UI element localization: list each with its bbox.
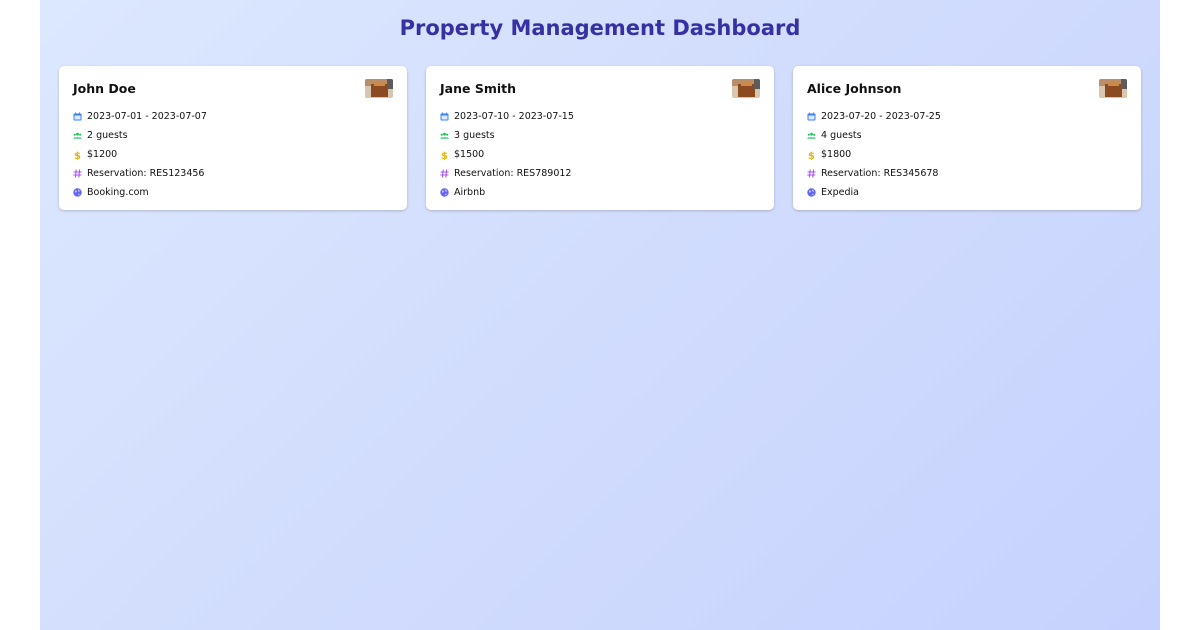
source-row: Booking.com bbox=[73, 183, 393, 202]
price-row: $ $1800 bbox=[807, 145, 1127, 164]
guest-name: Jane Smith bbox=[440, 81, 517, 96]
users-icon bbox=[440, 131, 449, 140]
price: $1800 bbox=[821, 149, 852, 160]
reservation-row: Reservation: RES123456 bbox=[73, 164, 393, 183]
booking-card: Jane Smith 2023-07-10 - 2023-07-15 3 gue… bbox=[426, 66, 774, 210]
booking-source: Expedia bbox=[821, 187, 859, 198]
date-range: 2023-07-10 - 2023-07-15 bbox=[454, 111, 574, 122]
svg-text:$: $ bbox=[74, 150, 81, 159]
dollar-icon: $ bbox=[440, 150, 449, 159]
source-row: Expedia bbox=[807, 183, 1127, 202]
svg-text:$: $ bbox=[808, 150, 815, 159]
guest-count: 3 guests bbox=[454, 130, 495, 141]
svg-text:$: $ bbox=[441, 150, 448, 159]
date-range: 2023-07-20 - 2023-07-25 bbox=[821, 111, 941, 122]
booking-source: Booking.com bbox=[87, 187, 149, 198]
dollar-icon: $ bbox=[807, 150, 816, 159]
guests-row: 2 guests bbox=[73, 126, 393, 145]
guest-count: 4 guests bbox=[821, 130, 862, 141]
date-range-row: 2023-07-10 - 2023-07-15 bbox=[440, 107, 760, 126]
source-row: Airbnb bbox=[440, 183, 760, 202]
price-row: $ $1500 bbox=[440, 145, 760, 164]
reservation-row: Reservation: RES789012 bbox=[440, 164, 760, 183]
reservation-id: Reservation: RES345678 bbox=[821, 168, 939, 179]
price: $1200 bbox=[87, 149, 118, 160]
booking-card: John Doe 2023-07-01 - 2023-07-07 2 guest… bbox=[59, 66, 407, 210]
globe-icon bbox=[440, 188, 449, 197]
guest-count: 2 guests bbox=[87, 130, 128, 141]
guest-name: Alice Johnson bbox=[807, 81, 902, 96]
hash-icon bbox=[440, 169, 449, 178]
property-thumbnail bbox=[1099, 79, 1127, 98]
calendar-icon bbox=[440, 112, 449, 121]
calendar-icon bbox=[807, 112, 816, 121]
globe-icon bbox=[807, 188, 816, 197]
property-thumbnail bbox=[732, 79, 760, 98]
date-range-row: 2023-07-01 - 2023-07-07 bbox=[73, 107, 393, 126]
guests-row: 3 guests bbox=[440, 126, 760, 145]
reservation-row: Reservation: RES345678 bbox=[807, 164, 1127, 183]
date-range: 2023-07-01 - 2023-07-07 bbox=[87, 111, 207, 122]
price: $1500 bbox=[454, 149, 485, 160]
guests-row: 4 guests bbox=[807, 126, 1127, 145]
reservation-id: Reservation: RES789012 bbox=[454, 168, 572, 179]
page-title: Property Management Dashboard bbox=[399, 16, 801, 40]
guest-name: John Doe bbox=[73, 81, 136, 96]
globe-icon bbox=[73, 188, 82, 197]
hash-icon bbox=[807, 169, 816, 178]
price-row: $ $1200 bbox=[73, 145, 393, 164]
dollar-icon: $ bbox=[73, 150, 82, 159]
date-range-row: 2023-07-20 - 2023-07-25 bbox=[807, 107, 1127, 126]
booking-source: Airbnb bbox=[454, 187, 486, 198]
booking-cards: John Doe 2023-07-01 - 2023-07-07 2 guest… bbox=[59, 66, 1141, 210]
booking-card: Alice Johnson 2023-07-20 - 2023-07-25 4 … bbox=[793, 66, 1141, 210]
property-thumbnail bbox=[365, 79, 393, 98]
hash-icon bbox=[73, 169, 82, 178]
users-icon bbox=[807, 131, 816, 140]
reservation-id: Reservation: RES123456 bbox=[87, 168, 205, 179]
users-icon bbox=[73, 131, 82, 140]
dashboard-frame: Property Management Dashboard John Doe 2… bbox=[40, 0, 1160, 630]
calendar-icon bbox=[73, 112, 82, 121]
